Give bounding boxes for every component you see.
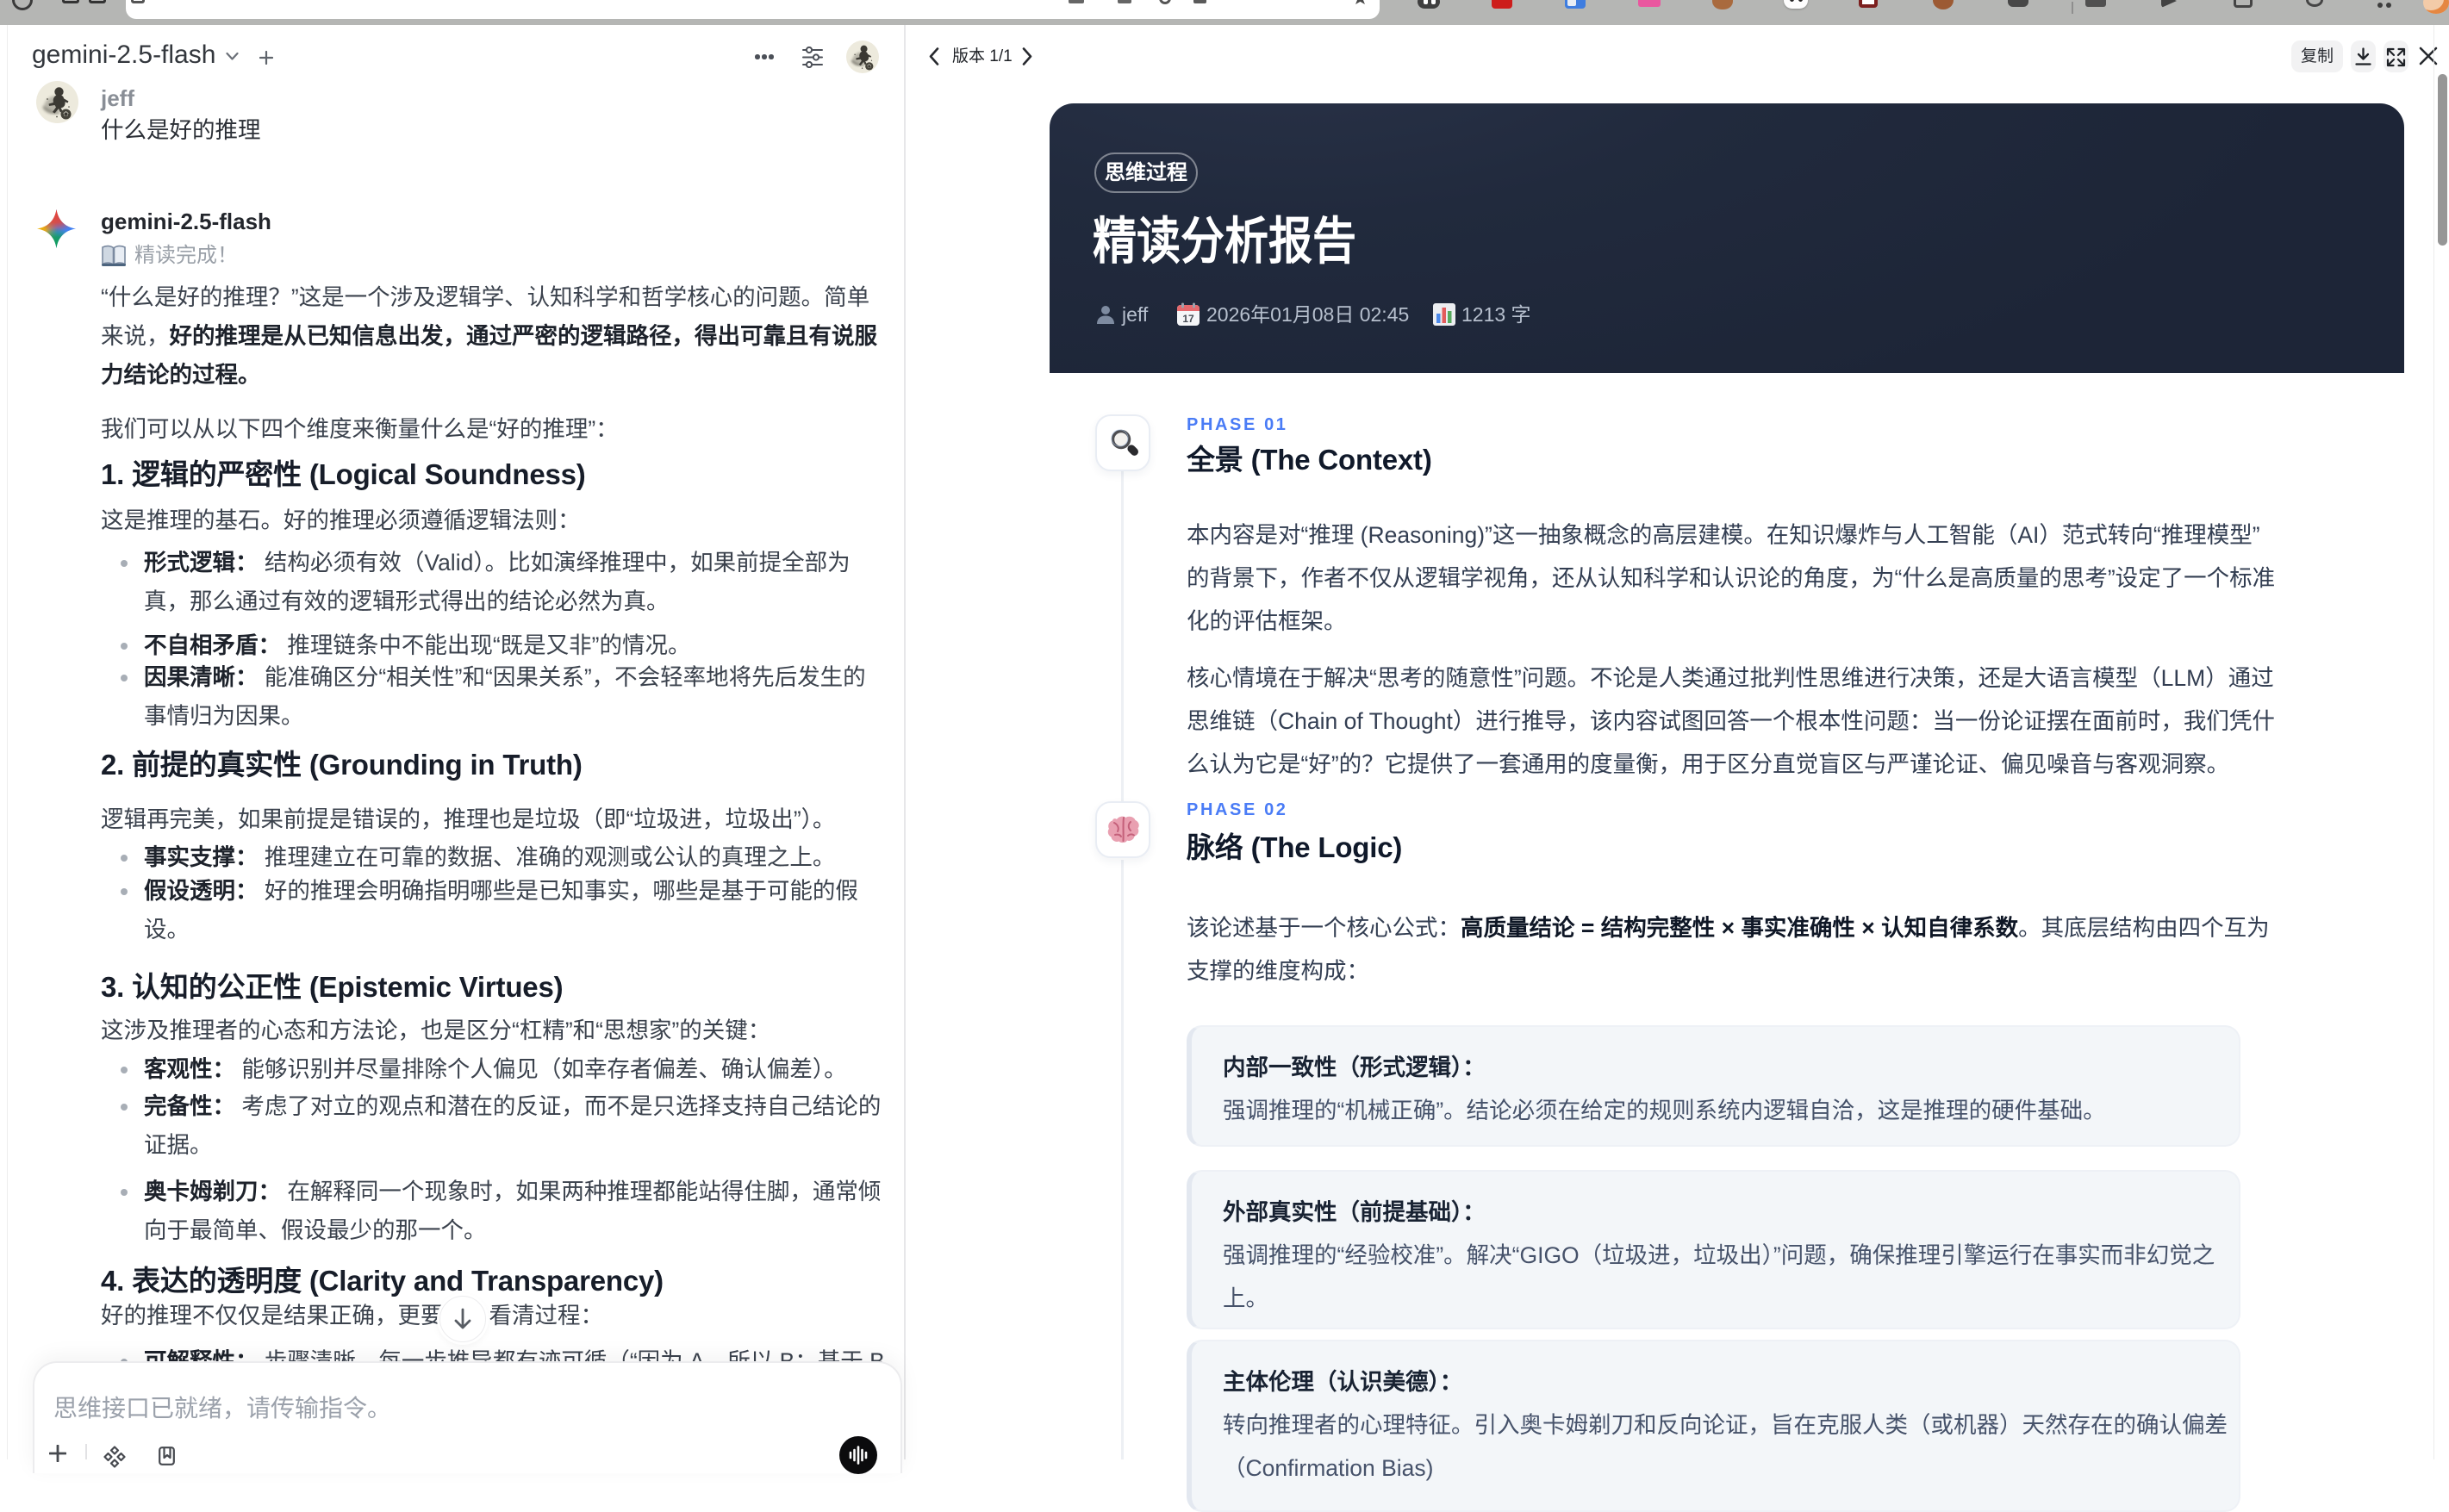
svg-text:17: 17 xyxy=(1182,313,1194,325)
